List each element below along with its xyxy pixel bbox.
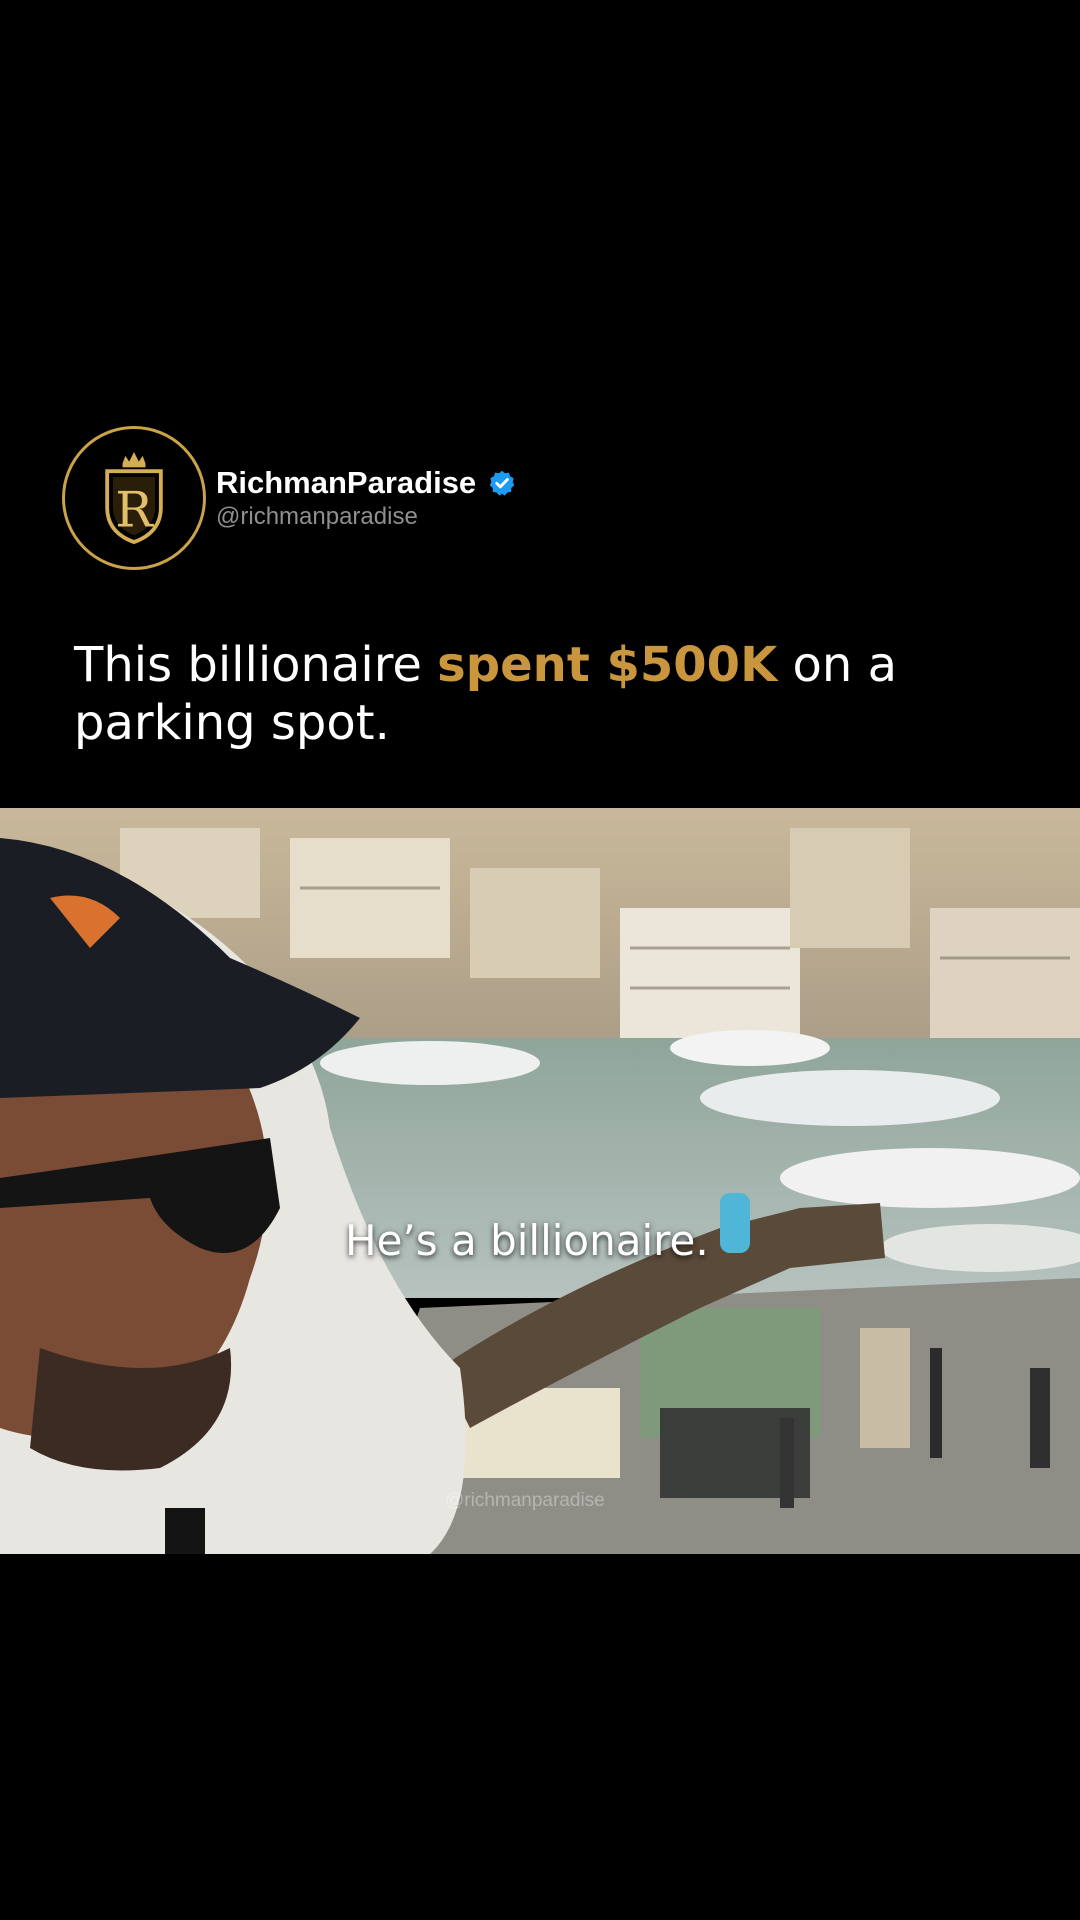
video-player[interactable]: He’s a billionaire. @richmanparadise xyxy=(0,808,1080,1554)
caption-highlight: spent $500K xyxy=(437,637,778,693)
verified-badge-icon xyxy=(489,470,515,496)
video-subtitle: He’s a billionaire. xyxy=(345,1216,709,1265)
svg-text:R: R xyxy=(115,481,154,539)
video-frame xyxy=(0,808,1080,1554)
handle[interactable]: @richmanparadise xyxy=(216,503,516,531)
post-header: R RichmanParadise @richmanparadise xyxy=(62,426,516,570)
crowned-r-logo-icon: R xyxy=(105,452,163,545)
caption-text-start: This billionaire xyxy=(74,637,438,693)
avatar[interactable]: R xyxy=(62,426,206,570)
video-watermark: @richmanparadise xyxy=(445,1490,605,1511)
post-caption: This billionaire spent $500K on a parkin… xyxy=(74,636,1014,752)
display-name[interactable]: RichmanParadise xyxy=(216,465,476,501)
